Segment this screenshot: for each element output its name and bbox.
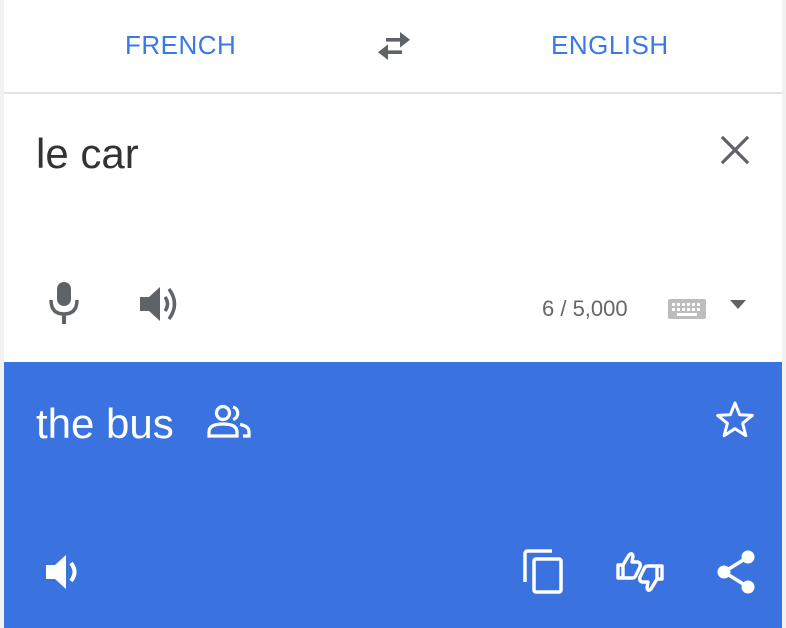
source-text-input[interactable]: le car xyxy=(36,130,139,178)
copy-icon[interactable] xyxy=(522,548,564,594)
translation-panel: the bus xyxy=(4,362,782,628)
language-bar: FRENCH ENGLISH xyxy=(4,0,782,94)
volume-icon[interactable] xyxy=(138,284,182,324)
microphone-icon[interactable] xyxy=(48,282,80,324)
swap-arrows-icon[interactable] xyxy=(374,30,414,62)
keyboard-icon[interactable] xyxy=(668,299,706,319)
target-language-button[interactable]: ENGLISH xyxy=(551,30,669,61)
star-outline-icon[interactable] xyxy=(715,400,755,440)
close-icon[interactable] xyxy=(717,132,753,168)
translated-text: the bus xyxy=(36,400,174,447)
share-icon[interactable] xyxy=(716,550,756,594)
character-counter: 6 / 5,000 xyxy=(542,296,628,321)
people-icon xyxy=(207,404,251,438)
caret-down-icon[interactable] xyxy=(730,300,746,310)
translate-card: FRENCH ENGLISH le car 6 / 5,000 the bus xyxy=(4,0,782,628)
source-language-button[interactable]: FRENCH xyxy=(125,30,236,61)
volume-icon[interactable] xyxy=(44,552,86,592)
thumbs-feedback-icon[interactable] xyxy=(614,548,666,596)
input-panel[interactable]: le car 6 / 5,000 xyxy=(4,94,782,362)
